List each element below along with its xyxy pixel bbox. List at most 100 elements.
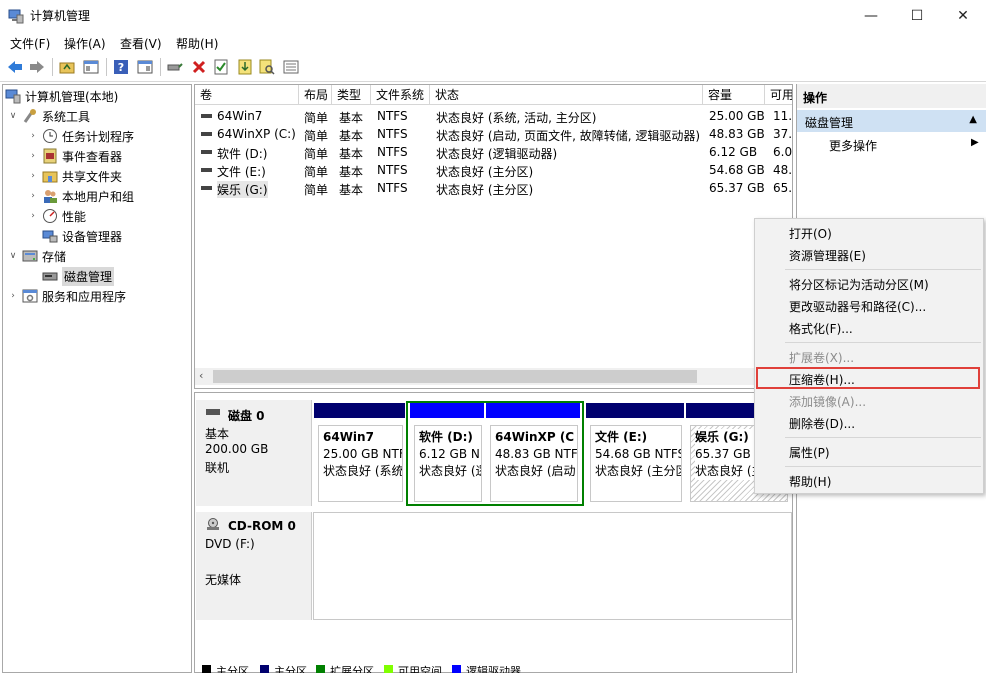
performance-icon	[43, 209, 57, 223]
tools-icon	[23, 109, 36, 123]
maximize-icon: ☐	[910, 7, 924, 24]
legend-swatch	[384, 665, 393, 673]
cdrom-media-area[interactable]	[313, 512, 792, 620]
toolbar: ?	[0, 53, 986, 82]
column-type[interactable]: 类型	[332, 85, 371, 105]
column-capacity[interactable]: 容量	[703, 85, 765, 105]
back-arrow-icon[interactable]	[6, 58, 24, 76]
tree-performance[interactable]: › 性能	[27, 206, 86, 226]
volume-icon	[201, 168, 212, 172]
menu-item-change-letter[interactable]: 更改驱动器号和路径(C)...	[789, 298, 926, 315]
partition-bar	[586, 403, 684, 418]
scroll-thumb[interactable]	[213, 370, 697, 383]
maximize-button[interactable]: ☐	[894, 0, 940, 31]
disk0-info[interactable]: 磁盘 0 基本 200.00 GB 联机	[196, 400, 312, 506]
tree-task-scheduler[interactable]: › 任务计划程序	[27, 126, 134, 146]
tree-local-users[interactable]: › 本地用户和组	[27, 186, 134, 206]
disk-icon	[42, 272, 58, 281]
cdrom-icon	[207, 518, 219, 530]
menu-action[interactable]: 操作(A)	[64, 35, 106, 52]
chevron-right-icon[interactable]: ›	[7, 291, 19, 301]
svg-text:?: ?	[118, 61, 124, 74]
menu-bar: 文件(F) 操作(A) 查看(V) 帮助(H)	[0, 31, 986, 53]
partition-64winxp-c[interactable]: 64WinXP (C 48.83 GB NTF 状态良好 (启动	[486, 403, 580, 504]
collapse-up-icon[interactable]: ▲	[969, 114, 977, 125]
volume-icon	[201, 186, 212, 190]
tree-disk-management[interactable]: 磁盘管理	[39, 266, 115, 286]
tree-device-manager[interactable]: 设备管理器	[39, 226, 122, 246]
menu-item-format[interactable]: 格式化(F)...	[789, 320, 853, 337]
forward-arrow-icon[interactable]	[28, 58, 46, 76]
minimize-icon: —	[864, 7, 878, 24]
list-icon[interactable]	[282, 58, 300, 76]
column-status[interactable]: 状态	[430, 85, 703, 105]
chevron-right-icon: ▶	[971, 137, 979, 148]
table-row[interactable]: 64Win7 简单 基本 NTFS 状态良好 (系统, 活动, 主分区) 25.…	[195, 107, 792, 125]
legend-swatch	[260, 665, 269, 673]
actions-header: 操作	[797, 84, 986, 108]
delete-icon[interactable]	[190, 58, 208, 76]
properties-icon[interactable]	[136, 58, 154, 76]
chevron-right-icon[interactable]: ›	[27, 191, 39, 201]
chevron-right-icon[interactable]: ›	[27, 131, 39, 141]
partition-software-d[interactable]: 软件 (D:) 6.12 GB N 状态良好 (逻	[410, 403, 484, 504]
navigation-tree: 计算机管理(本地) ∨ 系统工具 › 任务计划程序 › 事件查看器 › 共享文件…	[2, 84, 192, 673]
column-filesystem[interactable]: 文件系统	[371, 85, 430, 105]
scroll-left-icon[interactable]: ‹	[199, 369, 203, 382]
computer-management-icon	[8, 9, 24, 24]
tree-storage[interactable]: ∨ 存储	[7, 246, 66, 266]
tree-shared-folders[interactable]: › 共享文件夹	[27, 166, 122, 186]
tree-services[interactable]: › 服务和应用程序	[7, 286, 126, 306]
up-folder-icon[interactable]	[58, 58, 76, 76]
table-row[interactable]: 娱乐 (G:) 简单 基本 NTFS 状态良好 (主分区) 65.37 GB 6…	[195, 179, 792, 198]
help-icon[interactable]: ?	[112, 58, 130, 76]
chevron-right-icon[interactable]: ›	[27, 171, 39, 181]
tree-system-tools[interactable]: ∨ 系统工具	[7, 106, 90, 126]
cdrom0-info[interactable]: CD-ROM 0 DVD (F:) 无媒体	[196, 512, 312, 620]
menu-item-properties[interactable]: 属性(P)	[789, 444, 830, 461]
menu-item-help[interactable]: 帮助(H)	[789, 473, 831, 490]
users-icon	[44, 190, 57, 203]
search-icon[interactable]	[258, 58, 276, 76]
volume-icon	[201, 132, 212, 136]
menu-view[interactable]: 查看(V)	[120, 35, 162, 52]
menu-help[interactable]: 帮助(H)	[176, 35, 218, 52]
chevron-right-icon[interactable]: ›	[27, 211, 39, 221]
chevron-right-icon[interactable]: ›	[27, 151, 39, 161]
legend-swatch	[202, 665, 211, 673]
check-icon[interactable]	[212, 58, 230, 76]
show-tree-icon[interactable]	[82, 58, 100, 76]
column-layout[interactable]: 布局	[299, 85, 332, 105]
menu-file[interactable]: 文件(F)	[10, 35, 50, 52]
table-row[interactable]: 软件 (D:) 简单 基本 NTFS 状态良好 (逻辑驱动器) 6.12 GB …	[195, 143, 792, 161]
actions-disk-management[interactable]: 磁盘管理 ▲	[797, 110, 986, 132]
connect-drive-icon[interactable]	[166, 58, 184, 76]
menu-item-extend: 扩展卷(X)...	[789, 351, 855, 365]
column-volume[interactable]: 卷	[195, 85, 299, 105]
actions-more[interactable]: 更多操作	[829, 137, 877, 154]
partition-64win7[interactable]: 64Win7 25.00 GB NTF 状态良好 (系统	[314, 403, 405, 504]
table-row[interactable]: 64WinXP (C:) 简单 基本 NTFS 状态良好 (启动, 页面文件, …	[195, 125, 792, 143]
tree-event-viewer[interactable]: › 事件查看器	[27, 146, 122, 166]
partition-bar	[410, 403, 484, 418]
chevron-down-icon[interactable]: ∨	[7, 111, 19, 121]
menu-item-mark-active[interactable]: 将分区标记为活动分区(M)	[789, 276, 929, 293]
menu-item-open[interactable]: 打开(O)	[789, 225, 832, 242]
export-icon[interactable]	[236, 58, 254, 76]
context-menu: 打开(O) 资源管理器(E) 将分区标记为活动分区(M) 更改驱动器号和路径(C…	[754, 218, 984, 494]
storage-icon	[22, 250, 38, 262]
partition-files-e[interactable]: 文件 (E:) 54.68 GB NTFS 状态良好 (主分区	[586, 403, 684, 504]
table-row[interactable]: 文件 (E:) 简单 基本 NTFS 状态良好 (主分区) 54.68 GB 4…	[195, 161, 792, 179]
chevron-down-icon[interactable]: ∨	[7, 251, 19, 261]
menu-item-delete[interactable]: 删除卷(D)...	[789, 415, 855, 432]
horizontal-scrollbar[interactable]: ‹	[195, 368, 792, 385]
legend-swatch	[452, 665, 461, 673]
computer-icon	[5, 89, 21, 104]
column-free[interactable]: 可用	[765, 85, 792, 105]
close-button[interactable]: ✕	[940, 0, 986, 31]
shrink-highlight-box	[756, 367, 980, 389]
close-icon: ✕	[957, 7, 969, 24]
tree-root[interactable]: 计算机管理(本地)	[5, 86, 118, 106]
minimize-button[interactable]: —	[848, 0, 894, 31]
menu-item-explorer[interactable]: 资源管理器(E)	[789, 247, 866, 264]
